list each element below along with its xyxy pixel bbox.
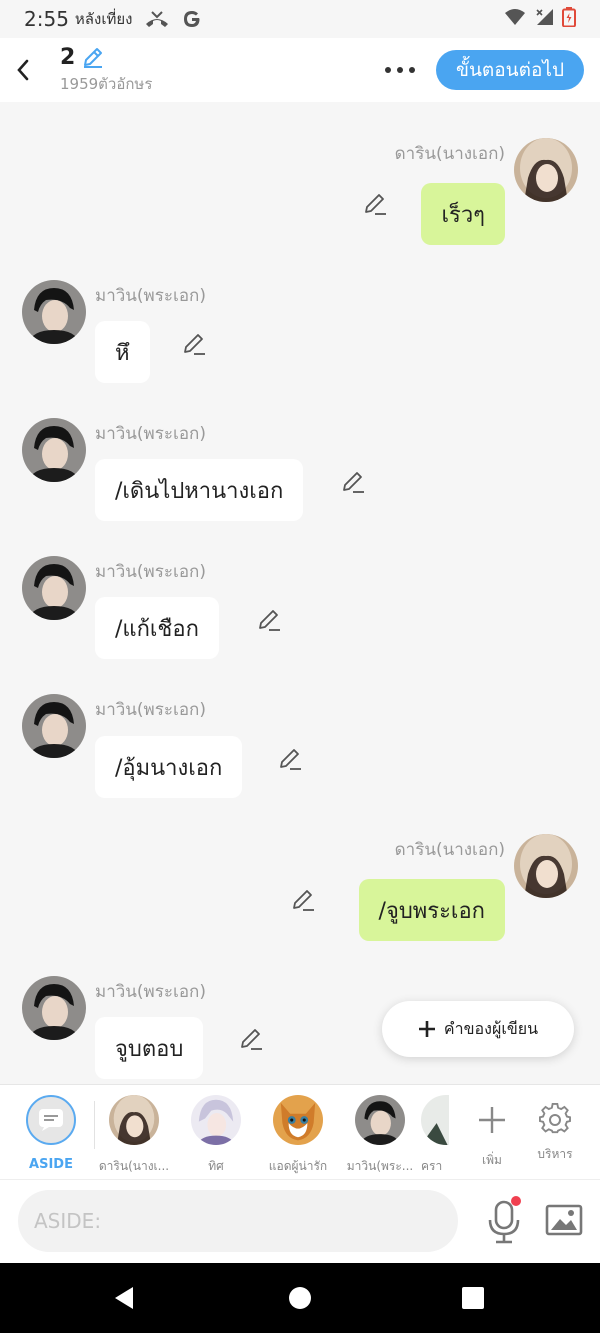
speaker-name: มาวิน(พระเอก) xyxy=(95,700,206,720)
plus-icon xyxy=(479,1107,505,1133)
edit-message-icon[interactable] xyxy=(290,887,316,913)
status-time: 2:55 xyxy=(24,7,69,31)
character-label: แอดผู้น่ารัก xyxy=(268,1159,328,1173)
avatar-mawin[interactable] xyxy=(22,418,86,482)
message-bubble[interactable]: หึ xyxy=(95,321,150,383)
author-note-button[interactable]: คำของผู้เขียน xyxy=(382,1001,574,1057)
character-mawin[interactable]: มาวิน(พระ... xyxy=(339,1095,421,1176)
character-label: ครา xyxy=(421,1159,443,1173)
avatar-darin[interactable] xyxy=(514,138,578,202)
nav-recents-button[interactable] xyxy=(455,1280,491,1316)
voice-input-button[interactable] xyxy=(484,1194,524,1248)
manage-button[interactable]: บริหาร xyxy=(514,1095,596,1164)
chat-area[interactable]: ดาริน(นางเอก) เร็วๆ มาวิน(พระเอก) หึ มาว… xyxy=(0,102,600,1084)
manage-label: บริหาร xyxy=(537,1147,573,1161)
character-label: ทิศ xyxy=(208,1159,224,1173)
message-bubble[interactable]: /แก้เชือก xyxy=(95,597,219,659)
battery-icon xyxy=(562,7,576,31)
character-label: มาวิน(พระ... xyxy=(346,1159,414,1173)
speaker-name: มาวิน(พระเอก) xyxy=(95,982,206,1002)
more-options-button[interactable] xyxy=(380,52,420,88)
status-period: หลังเที่ยง xyxy=(74,10,133,28)
system-nav-bar xyxy=(0,1263,600,1333)
character-avatar xyxy=(191,1095,241,1145)
edit-message-icon[interactable] xyxy=(277,746,303,772)
message-bubble[interactable]: /เดินไปหานางเอก xyxy=(95,459,304,521)
gear-icon xyxy=(539,1103,571,1134)
signal-icon xyxy=(534,8,554,30)
avatar-darin[interactable] xyxy=(514,834,578,898)
character-partial[interactable]: ครา xyxy=(421,1095,449,1176)
triangle-back-icon xyxy=(115,1287,133,1309)
image-icon xyxy=(545,1204,583,1236)
google-icon xyxy=(182,9,202,29)
plus-icon xyxy=(418,1021,435,1037)
character-aside[interactable]: ASIDE xyxy=(10,1095,92,1172)
next-step-button[interactable]: ขั้นตอนต่อไป xyxy=(436,50,584,90)
speaker-name: ดาริน(นางเอก) xyxy=(394,144,505,164)
back-button[interactable] xyxy=(0,38,46,102)
back-arrow-icon xyxy=(17,59,29,81)
character-tit[interactable]: ทิศ xyxy=(175,1095,257,1176)
header: 2 1959ตัวอักษร ขั้นตอนต่อไป xyxy=(0,38,600,102)
speaker-name: มาวิน(พระเอก) xyxy=(95,424,206,444)
speaker-name: มาวิน(พระเอก) xyxy=(95,286,206,306)
avatar-mawin[interactable] xyxy=(22,280,86,344)
circle-home-icon xyxy=(289,1287,311,1309)
character-bar: ASIDE ดาริน(นางเ... ทิศ แอดผู้น่ารัก มาว… xyxy=(0,1084,600,1179)
input-bar xyxy=(0,1179,600,1263)
nav-home-button[interactable] xyxy=(282,1280,318,1316)
character-admin[interactable]: แอดผู้น่ารัก xyxy=(257,1095,339,1176)
wifi-icon xyxy=(504,8,526,30)
image-upload-button[interactable] xyxy=(544,1200,584,1240)
edit-title-icon[interactable] xyxy=(81,45,105,69)
message-bubble[interactable]: /อุ้มนางเอก xyxy=(95,736,243,798)
character-label: ดาริน(นางเ... xyxy=(98,1159,170,1173)
speaker-name: มาวิน(พระเอก) xyxy=(95,562,206,582)
speaker-name: ดาริน(นางเอก) xyxy=(394,840,505,860)
character-label: ASIDE xyxy=(29,1157,73,1172)
more-dots-icon xyxy=(385,67,415,73)
character-avatar xyxy=(273,1095,323,1145)
message-bubble[interactable]: /จูบพระเอก xyxy=(358,879,505,941)
microphone-icon xyxy=(488,1196,521,1244)
message-input[interactable] xyxy=(18,1190,458,1252)
edit-message-icon[interactable] xyxy=(238,1026,264,1052)
character-darin[interactable]: ดาริน(นางเ... xyxy=(93,1095,175,1176)
title-block: 2 1959ตัวอักษร xyxy=(60,45,152,96)
message-bubble[interactable]: เร็วๆ xyxy=(421,183,505,245)
character-avatar xyxy=(109,1095,159,1145)
avatar-mawin[interactable] xyxy=(22,694,86,758)
edit-message-icon[interactable] xyxy=(256,607,282,633)
character-count: 1959ตัวอักษร xyxy=(60,74,153,93)
aside-chat-icon xyxy=(26,1095,76,1145)
character-avatar xyxy=(421,1095,449,1145)
square-recents-icon xyxy=(462,1287,484,1309)
page-title: 2 xyxy=(60,44,76,70)
avatar-mawin[interactable] xyxy=(22,556,86,620)
edit-message-icon[interactable] xyxy=(340,469,366,495)
edit-message-icon[interactable] xyxy=(181,331,207,357)
nav-back-button[interactable] xyxy=(106,1280,142,1316)
avatar-mawin[interactable] xyxy=(22,976,86,1040)
edit-message-icon[interactable] xyxy=(362,191,388,217)
message-bubble[interactable]: จูบตอบ xyxy=(95,1017,204,1079)
status-bar: 2:55 หลังเที่ยง xyxy=(0,0,600,38)
character-avatar xyxy=(355,1095,405,1145)
author-note-label: คำของผู้เขียน xyxy=(443,1018,539,1038)
missed-call-icon xyxy=(144,9,170,29)
